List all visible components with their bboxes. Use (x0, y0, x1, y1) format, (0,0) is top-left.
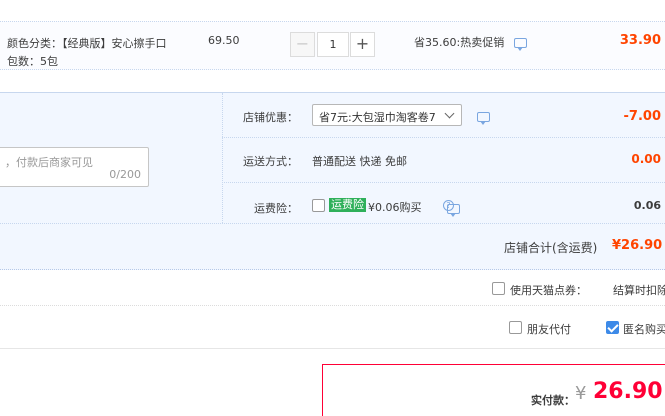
sku-text: 颜色分类：【经典版】安心擦手口 (7, 37, 167, 50)
savings-label: 省35.60:热卖促销 (414, 36, 505, 49)
quantity-input[interactable]: 1 (317, 32, 349, 57)
shipping-amount: 0.00 (631, 152, 661, 166)
divider (0, 348, 665, 349)
quantity-decrease-button[interactable]: − (290, 32, 315, 57)
pack-count-text: 包数：5包 (7, 55, 58, 68)
memo-placeholder: ，付款后商家可见 (5, 156, 93, 169)
insurance-tag: 运费险 (329, 198, 366, 212)
friend-pay-label: 朋友代付 (527, 323, 571, 336)
insurance-checkbox[interactable] (312, 199, 325, 212)
divider (0, 223, 665, 224)
anonymous-label: 匿名购买 (623, 323, 665, 336)
divider (222, 182, 665, 183)
tmall-points-checkbox[interactable] (492, 282, 505, 295)
seller-memo-textarea[interactable]: ，付款后商家可见 0/200 (0, 147, 149, 187)
coupon-selected-value: 省7元:大包湿巾淘客卷7 (319, 111, 436, 124)
line-total: 33.90 (619, 33, 661, 48)
divider (222, 93, 223, 223)
divider (222, 137, 665, 138)
coupon-select[interactable]: 省7元:大包湿巾淘客卷7 (312, 104, 462, 126)
anonymous-checkbox[interactable] (606, 321, 619, 334)
coupon-label: 店铺优惠： (243, 111, 298, 124)
insurance-price: ¥0.06购买 (368, 201, 422, 214)
shop-total-label: 店铺合计(含运费) (504, 241, 598, 255)
coupon-amount: -7.00 (623, 109, 661, 124)
message-icon[interactable] (477, 112, 490, 125)
help-icon[interactable]: ? (443, 200, 454, 211)
shipping-method: 普通配送 快递 免邮 (312, 155, 407, 168)
product-row: 颜色分类：【经典版】安心擦手口 包数：5包 69.50 − 1 + 省35.60… (0, 21, 665, 70)
payment-currency: ¥ (575, 383, 587, 404)
insurance-amount: 0.06 (633, 199, 661, 212)
payment-amount: 26.90 (593, 379, 663, 404)
chevron-down-icon (444, 108, 455, 119)
quantity-stepper: − 1 + (290, 32, 376, 57)
savings-text: 省35.60:热卖促销 (414, 34, 527, 51)
insurance-label: 运费险： (254, 202, 298, 215)
shop-total-amount: ¥26.90 (612, 238, 663, 253)
tmall-points-label: 使用天猫点券： (510, 284, 587, 297)
quantity-increase-button[interactable]: + (350, 32, 375, 57)
shipping-label: 运送方式： (243, 155, 298, 168)
unit-price: 69.50 (208, 34, 240, 47)
deduct-at-checkout-text: 结算时扣除 (613, 284, 665, 297)
divider (0, 305, 665, 306)
memo-char-count: 0/200 (109, 168, 141, 181)
friend-pay-checkbox[interactable] (509, 321, 522, 334)
payment-label: 实付款： (531, 394, 575, 407)
message-icon[interactable] (513, 38, 527, 51)
